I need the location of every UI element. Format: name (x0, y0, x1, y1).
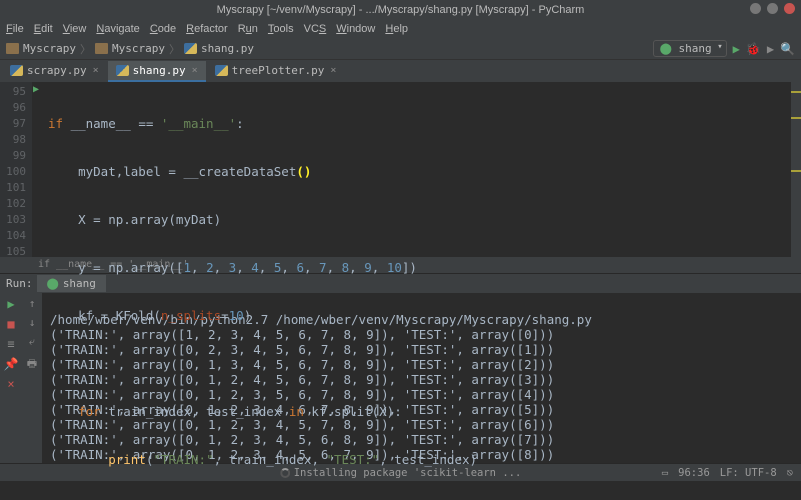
line-number: 104 (0, 228, 26, 244)
window-controls (750, 3, 795, 14)
tab-label: treePlotter.py (232, 64, 325, 77)
menu-navigate[interactable]: Navigate (96, 23, 139, 35)
crumb-0[interactable]: Myscrapy (23, 42, 76, 55)
line-number: 99 (0, 148, 26, 164)
python-file-icon (215, 65, 228, 76)
python-file-icon (116, 65, 129, 76)
menu-help[interactable]: Help (385, 23, 408, 35)
search-everywhere-button[interactable]: 🔍 (780, 42, 795, 56)
line-number: 102 (0, 196, 26, 212)
run-button[interactable]: ▶ (733, 42, 740, 56)
chevron-right-icon: 〉 (169, 41, 180, 57)
tab-scrapy[interactable]: scrapy.py × (2, 61, 107, 82)
menu-refactor[interactable]: Refactor (186, 23, 228, 35)
pin-button[interactable]: 📌 (4, 357, 19, 371)
close-tab-icon[interactable]: × (330, 65, 336, 76)
menu-vcs[interactable]: VCS (304, 23, 327, 35)
python-file-icon (184, 43, 197, 54)
close-tab-icon[interactable]: × (93, 65, 99, 76)
minimize-icon[interactable] (750, 3, 761, 14)
python-file-icon (10, 65, 23, 76)
line-number: 95 (0, 84, 26, 100)
debug-button[interactable]: 🐞 (746, 42, 761, 56)
menu-code[interactable]: Code (150, 23, 176, 35)
crumb-1[interactable]: Myscrapy (112, 42, 165, 55)
line-number: 105 (0, 244, 26, 260)
tab-label: shang.py (133, 64, 186, 77)
folder-icon (95, 43, 108, 54)
tab-shang[interactable]: shang.py × (108, 61, 206, 82)
spinner-icon (280, 468, 290, 478)
main-menu: File Edit View Navigate Code Refactor Ru… (0, 20, 801, 38)
run-label: Run: (6, 277, 33, 290)
line-number: 103 (0, 212, 26, 228)
line-number: 97 (0, 116, 26, 132)
rerun-button[interactable]: ▶ (7, 297, 14, 311)
run-toolbar-left: ▶ ■ ≡ 📌 × (0, 293, 22, 463)
stop-button[interactable]: ■ (7, 317, 14, 331)
close-icon[interactable] (784, 3, 795, 14)
run-config-name: shang (679, 42, 712, 55)
code-editor[interactable]: ▶ 95 96 97 98 99 100 101 102 103 104 105… (0, 82, 801, 257)
tab-treeplotter[interactable]: treePlotter.py × (207, 61, 345, 82)
soft-wrap-button[interactable]: ⤶ (29, 335, 35, 349)
menu-file[interactable]: File (6, 23, 24, 35)
menu-tools[interactable]: Tools (268, 23, 294, 35)
menu-edit[interactable]: Edit (34, 23, 53, 35)
editor-tabs: scrapy.py × shang.py × treePlotter.py × (0, 60, 801, 82)
run-config-selector[interactable]: ⬤ shang (653, 40, 727, 57)
restore-layout-button[interactable]: ≡ (7, 337, 14, 351)
crumb-2[interactable]: shang.py (201, 42, 254, 55)
status-task[interactable]: Installing package 'scikit-learn ... (280, 467, 522, 479)
run-toolbar-left2: ↑ ↓ ⤶ 🖶 (22, 293, 42, 463)
maximize-icon[interactable] (767, 3, 778, 14)
menu-window[interactable]: Window (336, 23, 375, 35)
code-area[interactable]: if __name__ == '__main__': myDat,label =… (32, 82, 801, 257)
nav-toolbar: Myscrapy 〉 Myscrapy 〉 shang.py ⬤ shang ▶… (0, 38, 801, 60)
down-button[interactable]: ↓ (29, 316, 36, 329)
close-button[interactable]: × (7, 377, 14, 391)
line-number: 101 (0, 180, 26, 196)
chevron-right-icon: 〉 (80, 41, 91, 57)
error-stripe[interactable] (791, 82, 801, 257)
window-title: Myscrapy [~/venv/Myscrapy] - .../Myscrap… (217, 4, 585, 16)
tab-label: scrapy.py (27, 64, 87, 77)
menu-view[interactable]: View (63, 23, 87, 35)
menu-run[interactable]: Run (238, 23, 258, 35)
breadcrumb: Myscrapy 〉 Myscrapy 〉 shang.py (6, 41, 649, 57)
run-with-coverage-button[interactable]: ▶ (767, 42, 774, 56)
print-button[interactable]: 🖶 (27, 355, 37, 374)
folder-icon (6, 43, 19, 54)
gutter: 95 96 97 98 99 100 101 102 103 104 105 (0, 82, 32, 257)
close-tab-icon[interactable]: × (192, 65, 198, 76)
line-number: 98 (0, 132, 26, 148)
window-titlebar: Myscrapy [~/venv/Myscrapy] - .../Myscrap… (0, 0, 801, 20)
up-button[interactable]: ↑ (29, 297, 36, 310)
line-number: 100 (0, 164, 26, 180)
line-number: 96 (0, 100, 26, 116)
status-task-text: Installing package 'scikit-learn ... (294, 467, 522, 479)
